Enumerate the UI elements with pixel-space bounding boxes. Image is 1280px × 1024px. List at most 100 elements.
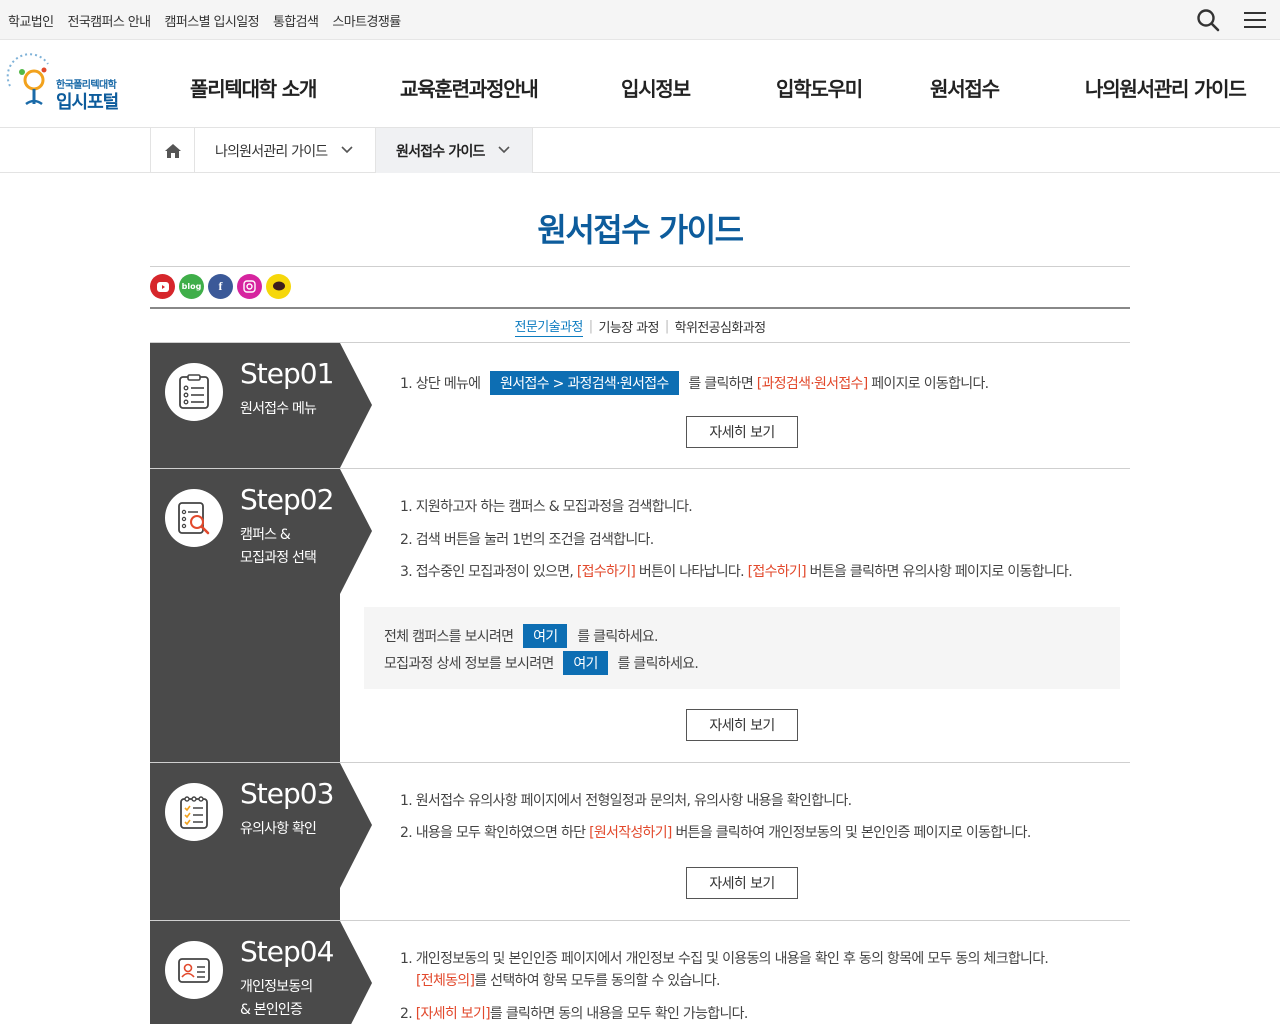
site-header: 한국폴리텍대학 입시포털 폴리텍대학 소개 교육훈련과정안내 입시정보 입학도우…: [0, 40, 1280, 128]
step-arrow-shape: [340, 343, 372, 468]
sns-links: blog f: [150, 274, 291, 299]
divider: [150, 307, 1130, 309]
utility-link-foundation[interactable]: 학교법인: [8, 11, 54, 30]
breadcrumb-level1-label: 나의원서관리 가이드: [215, 143, 328, 160]
info-line: 전체 캠퍼스를 보시려면 여기 를 클릭하세요.: [384, 624, 659, 648]
highlight-text: [과정검색·원서접수]: [756, 376, 868, 392]
nav-item-admission-info[interactable]: 입시정보: [621, 73, 691, 102]
instagram-icon[interactable]: [237, 274, 262, 299]
text: 버튼을 클릭하면 유의사항 페이지로 이동합니다.: [809, 564, 1073, 580]
nav-item-admission-help[interactable]: 입학도우미: [776, 73, 863, 102]
text: 전체 캠퍼스를 보시려면: [384, 629, 514, 645]
nav-item-courses[interactable]: 교육훈련과정안내: [400, 73, 539, 102]
blog-icon[interactable]: blog: [179, 274, 204, 299]
step-icon-circle: [165, 941, 223, 999]
step-03: Step03 유의사항 확인 1. 원서접수 유의사항 페이지에서 전형일정과 …: [150, 763, 1130, 921]
facebook-icon[interactable]: f: [208, 274, 233, 299]
checklist-icon: [180, 796, 208, 829]
home-icon: [164, 143, 181, 158]
text: 를 클릭하세요.: [617, 656, 699, 672]
step-text-line: [전체동의]를 선택하여 항목 모두를 동의할 수 있습니다.: [416, 970, 720, 990]
step-arrow-shape: [340, 469, 372, 594]
tab-degree-advanced-course[interactable]: 학위전공심화과정: [675, 317, 766, 336]
highlight-text: [접수하기]: [576, 564, 636, 580]
search-list-icon: [178, 502, 210, 535]
text: 페이지로 이동합니다.: [871, 376, 989, 392]
nav-item-about[interactable]: 폴리텍대학 소개: [190, 73, 317, 102]
course-tabs: 전문기술과정 | 기능장 과정 | 학위전공심화과정: [0, 316, 1280, 337]
nav-item-application[interactable]: 원서접수: [930, 73, 1000, 102]
breadcrumb-level2[interactable]: 원서접수 가이드: [376, 128, 533, 173]
step-header: Step03 유의사항 확인: [150, 763, 340, 920]
utility-links: 학교법인 전국캠퍼스 안내 캠퍼스별 입시일정 통합검색 스마트경쟁률: [8, 0, 401, 40]
chevron-down-icon: [341, 146, 353, 154]
step-text-line: 3. 접수중인 모집과정이 있으면, [접수하기] 버튼이 나타납니다. [접수…: [400, 561, 1073, 581]
breadcrumb-home[interactable]: [150, 128, 195, 173]
step-number: Step03: [240, 777, 334, 810]
step-header: Step01 원서접수 메뉴: [150, 343, 340, 468]
search-icon[interactable]: [1196, 8, 1222, 32]
page-title: 원서접수 가이드: [537, 211, 744, 249]
tab-separator: |: [588, 319, 593, 334]
step-subtitle: 캠퍼스 & 모집과정 선택: [240, 527, 317, 566]
step-number: Step01: [240, 357, 334, 390]
step-number: Step02: [240, 483, 334, 516]
utility-link-admission-schedule[interactable]: 캠퍼스별 입시일정: [165, 11, 260, 30]
step-text-line: 2. 내용을 모두 확인하였으면 하단 [원서작성하기] 버튼을 클릭하여 개인…: [400, 822, 1031, 842]
step-text-line: 2. [자세히 보기]를 클릭하면 동의 내용을 모두 확인 가능합니다.: [400, 1003, 748, 1023]
step-number: Step04: [240, 935, 334, 968]
utility-link-search[interactable]: 통합검색: [273, 11, 319, 30]
utility-link-competition-rate[interactable]: 스마트경쟁률: [332, 11, 401, 30]
step-icon-circle: [165, 783, 223, 841]
utility-link-campus-guide[interactable]: 전국캠퍼스 안내: [67, 11, 151, 30]
step-subtitle: 개인정보동의 & 본인인증: [240, 979, 313, 1018]
detail-button[interactable]: 자세히 보기: [686, 416, 798, 448]
step-text-line: 1. 상단 메뉴에 원서접수 > 과정검색·원서접수 를 클릭하면 [과정검색·…: [400, 371, 989, 395]
chevron-down-icon: [498, 146, 510, 154]
course-detail-link[interactable]: 여기: [563, 651, 608, 675]
text: 모집과정 상세 정보를 보시려면: [384, 656, 554, 672]
menu-icon[interactable]: [1242, 8, 1268, 32]
step-header: Step02 캠퍼스 & 모집과정 선택: [150, 469, 340, 762]
all-campus-link[interactable]: 여기: [523, 624, 568, 648]
menu-path-chip: 원서접수 > 과정검색·원서접수: [490, 371, 679, 395]
text: 2.: [400, 1006, 416, 1022]
breadcrumb-level2-label: 원서접수 가이드: [396, 143, 485, 160]
main-navigation: 폴리텍대학 소개 교육훈련과정안내 입시정보 입학도우미 원서접수 나의원서관리…: [170, 40, 1270, 128]
step-header: Step04 개인정보동의 & 본인인증: [150, 921, 340, 1024]
detail-button[interactable]: 자세히 보기: [686, 709, 798, 741]
step-icon-circle: [165, 489, 223, 547]
step-04: Step04 개인정보동의 & 본인인증 1. 개인정보동의 및 본인인증 페이…: [150, 921, 1130, 1024]
utility-bar: 학교법인 전국캠퍼스 안내 캠퍼스별 입시일정 통합검색 스마트경쟁률: [0, 0, 1280, 40]
nav-item-my-application-guide[interactable]: 나의원서관리 가이드: [1085, 73, 1247, 102]
step-text-line: 2. 검색 버튼을 눌러 1번의 조건을 검색합니다.: [400, 532, 654, 548]
detail-button[interactable]: 자세히 보기: [686, 867, 798, 899]
text: 버튼이 나타납니다.: [638, 564, 745, 580]
logo-emblem-icon: [6, 53, 49, 106]
step-arrow-shape: [340, 763, 372, 888]
step-subtitle: 원서접수 메뉴: [240, 401, 317, 417]
text: 를 클릭하면: [688, 376, 753, 392]
step-01: Step01 원서접수 메뉴 1. 상단 메뉴에 원서접수 > 과정검색·원서접…: [150, 343, 1130, 469]
highlight-text: [전체동의]: [416, 973, 475, 989]
breadcrumb-level1[interactable]: 나의원서관리 가이드: [195, 128, 376, 173]
menu-list-icon: [179, 374, 209, 409]
highlight-text: [자세히 보기]: [415, 1006, 491, 1022]
text: 를 클릭하세요.: [577, 629, 658, 645]
tab-professional-course[interactable]: 전문기술과정: [514, 316, 583, 337]
logo-title: 입시포털: [56, 92, 119, 113]
blog-label: blog: [181, 282, 202, 291]
tab-separator: |: [664, 319, 669, 334]
highlight-text: [접수하기]: [747, 564, 807, 580]
divider: [150, 266, 1130, 267]
youtube-icon[interactable]: [150, 274, 175, 299]
step-arrow-shape: [340, 921, 372, 1024]
id-card-icon: [178, 958, 210, 983]
step-text-line: 1. 지원하고자 하는 캠퍼스 & 모집과정을 검색합니다.: [400, 499, 693, 515]
text: 를 선택하여 항목 모두를 동의할 수 있습니다.: [474, 973, 720, 989]
highlight-text: [원서작성하기]: [589, 825, 672, 841]
site-logo[interactable]: 한국폴리텍대학 입시포털: [4, 50, 134, 114]
tab-master-craftsman-course[interactable]: 기능장 과정: [598, 317, 659, 336]
text: 를 클릭하면 동의 내용을 모두 확인 가능합니다.: [489, 1006, 748, 1022]
kakaotalk-icon[interactable]: [266, 274, 291, 299]
